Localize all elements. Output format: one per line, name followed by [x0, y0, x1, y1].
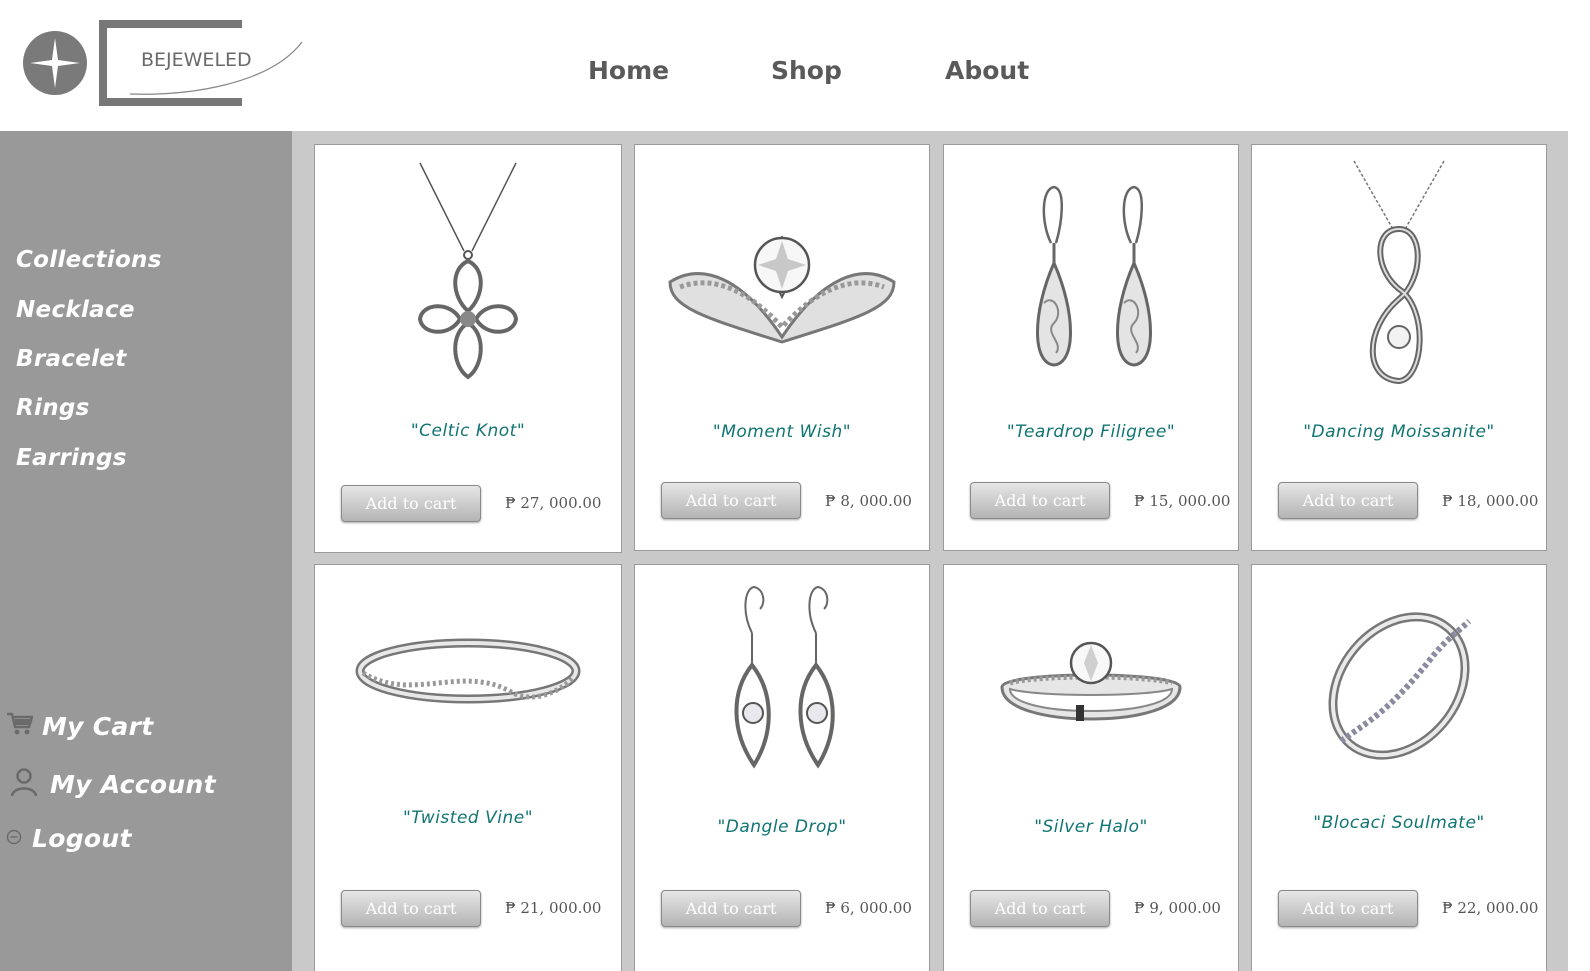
- product-price: ₱ 18, 000.00: [1442, 492, 1539, 510]
- product-name: "Twisted Vine": [402, 808, 534, 828]
- shopping-cart-icon: [6, 711, 34, 741]
- logout-icon: [6, 829, 22, 849]
- brand-logo[interactable]: BEJEWELED: [20, 14, 310, 114]
- twisted-diamond-ring-icon[interactable]: [1252, 601, 1546, 771]
- add-to-cart-button[interactable]: Add to cart: [970, 482, 1110, 519]
- nav-shop[interactable]: Shop: [771, 56, 842, 85]
- sidebar-item-earrings[interactable]: Earrings: [16, 445, 127, 471]
- add-to-cart-button[interactable]: Add to cart: [661, 890, 801, 927]
- page-scroll-gutter: [1568, 0, 1590, 971]
- product-card: "Blocaci Soulmate" Add to cart ₱ 22, 000…: [1251, 564, 1547, 971]
- my-cart-link[interactable]: My Cart: [6, 711, 153, 741]
- celtic-cross-necklace-icon[interactable]: [315, 161, 621, 386]
- add-to-cart-button[interactable]: Add to cart: [970, 890, 1110, 927]
- add-to-cart-button[interactable]: Add to cart: [341, 485, 481, 522]
- nav-about[interactable]: About: [945, 56, 1029, 85]
- my-account-link[interactable]: My Account: [10, 767, 216, 801]
- site-header: BEJEWELED Home Shop About: [0, 0, 1590, 131]
- diamond-ring-icon[interactable]: [635, 227, 929, 347]
- add-to-cart-button[interactable]: Add to cart: [341, 890, 481, 927]
- logout-label: Logout: [32, 824, 132, 853]
- add-to-cart-button[interactable]: Add to cart: [1278, 890, 1418, 927]
- product-price: ₱ 8, 000.00: [825, 492, 912, 510]
- add-to-cart-button[interactable]: Add to cart: [661, 482, 801, 519]
- infinity-pendant-icon[interactable]: [1252, 159, 1546, 389]
- product-card: "Silver Halo" Add to cart ₱ 9, 000.00: [943, 564, 1239, 971]
- twisted-band-ring-icon[interactable]: [315, 633, 621, 713]
- product-price: ₱ 22, 000.00: [1442, 899, 1539, 917]
- product-name: "Silver Halo": [1034, 817, 1148, 837]
- bejeweled-logo-icon: BEJEWELED: [23, 20, 303, 106]
- product-name: "Teardrop Filigree": [1006, 422, 1176, 442]
- product-price: ₱ 27, 000.00: [505, 494, 602, 512]
- user-icon: [10, 767, 38, 801]
- product-card: "Dangle Drop" Add to cart ₱ 6, 000.00: [634, 564, 930, 971]
- product-grid: "Celtic Knot" Add to cart ₱ 27, 000.00 "…: [292, 131, 1590, 971]
- product-card: "Twisted Vine" Add to cart ₱ 21, 000.00: [314, 564, 622, 971]
- nav-home[interactable]: Home: [588, 56, 669, 85]
- logout-link[interactable]: Logout: [6, 824, 132, 853]
- product-price: ₱ 6, 000.00: [825, 899, 912, 917]
- sidebar-item-bracelet[interactable]: Bracelet: [16, 346, 127, 372]
- product-price: ₱ 9, 000.00: [1134, 899, 1221, 917]
- product-name: "Celtic Knot": [410, 421, 526, 441]
- teardrop-earrings-icon[interactable]: [944, 183, 1238, 373]
- my-account-label: My Account: [50, 769, 216, 799]
- product-card: "Moment Wish" Add to cart ₱ 8, 000.00: [634, 144, 930, 551]
- sidebar-item-collections[interactable]: Collections: [16, 247, 162, 273]
- product-card: "Dancing Moissanite" Add to cart ₱ 18, 0…: [1251, 144, 1547, 551]
- product-card: "Celtic Knot" Add to cart ₱ 27, 000.00: [314, 144, 622, 553]
- my-cart-label: My Cart: [42, 711, 154, 741]
- product-name: "Blocaci Soulmate": [1313, 813, 1485, 833]
- sidebar-item-rings[interactable]: Rings: [16, 395, 90, 421]
- product-name: "Dangle Drop": [717, 817, 847, 837]
- product-price: ₱ 21, 000.00: [505, 899, 602, 917]
- product-price: ₱ 15, 000.00: [1134, 492, 1231, 510]
- product-card: "Teardrop Filigree" Add to cart ₱ 15, 00…: [943, 144, 1239, 551]
- logo-text: BEJEWELED: [141, 49, 252, 71]
- add-to-cart-button[interactable]: Add to cart: [1278, 482, 1418, 519]
- product-name: "Dancing Moissanite": [1303, 422, 1495, 442]
- product-name: "Moment Wish": [712, 422, 852, 442]
- sidebar: Collections Necklace Bracelet Rings Earr…: [0, 131, 292, 971]
- dangle-earrings-icon[interactable]: [635, 583, 929, 773]
- sidebar-item-necklace[interactable]: Necklace: [16, 297, 135, 323]
- solitaire-ring-icon[interactable]: [944, 637, 1238, 727]
